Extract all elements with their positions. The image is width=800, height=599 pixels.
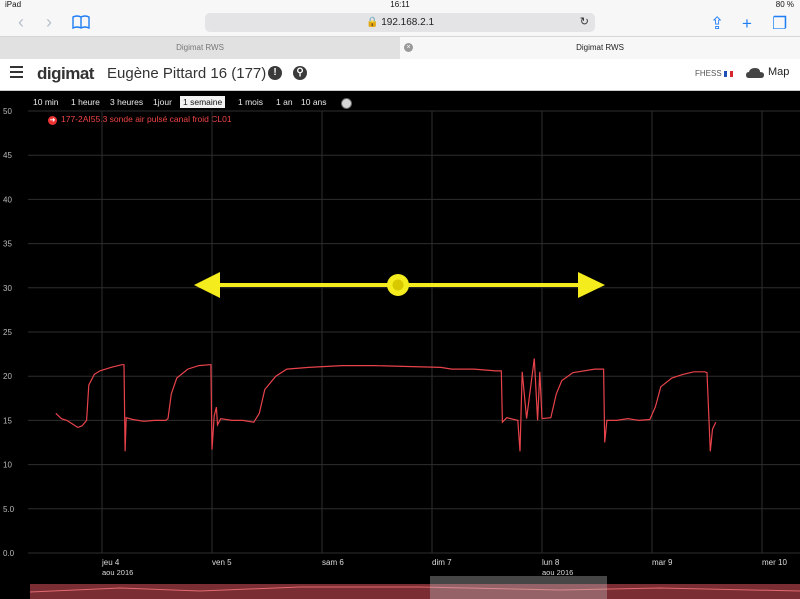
series-line — [55, 358, 717, 452]
y-tick-label: 0.0 — [3, 549, 15, 558]
swipe-touch-point-inner — [392, 279, 404, 291]
trend-chart[interactable]: 0.05.0101520253035404550jeu 4aou 2016ven… — [0, 0, 800, 599]
y-tick-label: 5.0 — [3, 505, 15, 514]
swipe-gesture-annotation — [194, 272, 605, 298]
x-tick-month-label: aou 2016 — [102, 568, 133, 577]
y-tick-label: 40 — [3, 195, 12, 204]
y-tick-label: 25 — [3, 328, 12, 337]
y-tick-label: 30 — [3, 284, 12, 293]
x-tick-label: mer 10 — [762, 558, 787, 567]
x-tick-label: jeu 4 — [101, 558, 120, 567]
swipe-arrow-left-head — [194, 272, 220, 298]
x-tick-label: lun 8 — [542, 558, 560, 567]
x-tick-month-label: aou 2016 — [542, 568, 573, 577]
y-tick-label: 20 — [3, 372, 12, 381]
x-tick-label: sam 6 — [322, 558, 344, 567]
y-tick-label: 15 — [3, 416, 12, 425]
y-tick-label: 10 — [3, 461, 12, 470]
navigator-track — [30, 584, 800, 599]
y-tick-label: 50 — [3, 107, 12, 116]
y-tick-label: 45 — [3, 151, 12, 160]
y-tick-label: 35 — [3, 240, 12, 249]
navigator-window — [430, 576, 607, 599]
x-tick-label: dim 7 — [432, 558, 452, 567]
x-tick-label: mar 9 — [652, 558, 673, 567]
x-tick-label: ven 5 — [212, 558, 232, 567]
swipe-arrow-right-head — [578, 272, 605, 298]
